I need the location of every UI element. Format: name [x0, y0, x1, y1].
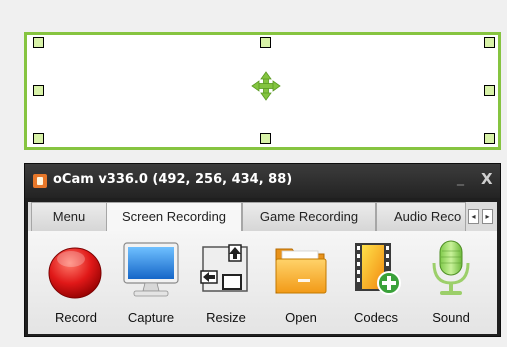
resize-button[interactable]: Resize: [191, 231, 261, 334]
capture-region[interactable]: [24, 32, 501, 150]
ocam-window: oCam v336.0 (492, 256, 434, 88) _ X Menu…: [24, 163, 501, 337]
codecs-button[interactable]: Codecs: [341, 231, 411, 334]
record-button[interactable]: Record: [41, 231, 111, 334]
title-bar[interactable]: oCam v336.0 (492, 256, 434, 88) _ X: [25, 164, 500, 198]
resize-handle-middle-left[interactable]: [33, 85, 44, 96]
film-add-icon: [355, 243, 401, 295]
capture-button[interactable]: Capture: [116, 231, 186, 334]
capture-label: Capture: [127, 310, 175, 325]
sound-button[interactable]: Sound: [416, 231, 486, 334]
screen-recording-toolbar: Record Capture Resize Open Codecs Sound: [28, 231, 497, 334]
resize-handle-top-right[interactable]: [484, 37, 495, 48]
window-title: oCam v336.0 (492, 256, 434, 88): [53, 172, 293, 187]
sound-label: Sound: [432, 310, 470, 325]
resize-handle-bottom-left[interactable]: [33, 133, 44, 144]
codecs-label: Codecs: [353, 310, 399, 325]
resize-handle-bottom-right[interactable]: [484, 133, 495, 144]
tab-menu[interactable]: Menu: [31, 202, 107, 231]
ocam-app-icon: [33, 174, 47, 188]
open-button[interactable]: Open: [266, 231, 336, 334]
tab-bar: Menu Screen Recording Game Recording Aud…: [28, 202, 497, 232]
tab-scroll-right-button[interactable]: ▸: [482, 209, 493, 224]
minimize-button[interactable]: _: [457, 170, 464, 186]
resize-label: Resize: [206, 310, 246, 325]
resize-handle-bottom-center[interactable]: [260, 133, 271, 144]
tab-screen-recording[interactable]: Screen Recording: [106, 202, 242, 231]
tab-audio-recording[interactable]: Audio Reco: [376, 202, 466, 231]
microphone-icon: [432, 240, 470, 295]
monitor-icon: [123, 242, 179, 297]
folder-icon: [275, 248, 327, 294]
resize-handle-middle-right[interactable]: [484, 85, 495, 96]
tab-game-recording[interactable]: Game Recording: [242, 202, 376, 231]
record-icon: [48, 247, 102, 299]
open-label: Open: [285, 310, 317, 325]
desktop-background: oCam v336.0 (492, 256, 434, 88) _ X Menu…: [0, 0, 507, 347]
record-label: Record: [55, 310, 97, 325]
resize-handle-top-left[interactable]: [33, 37, 44, 48]
resize-handle-top-center[interactable]: [260, 37, 271, 48]
resize-icon: [200, 244, 248, 292]
tab-scroll-left-button[interactable]: ◂: [468, 209, 479, 224]
move-arrows-icon[interactable]: [251, 71, 281, 101]
close-button[interactable]: X: [481, 170, 493, 188]
